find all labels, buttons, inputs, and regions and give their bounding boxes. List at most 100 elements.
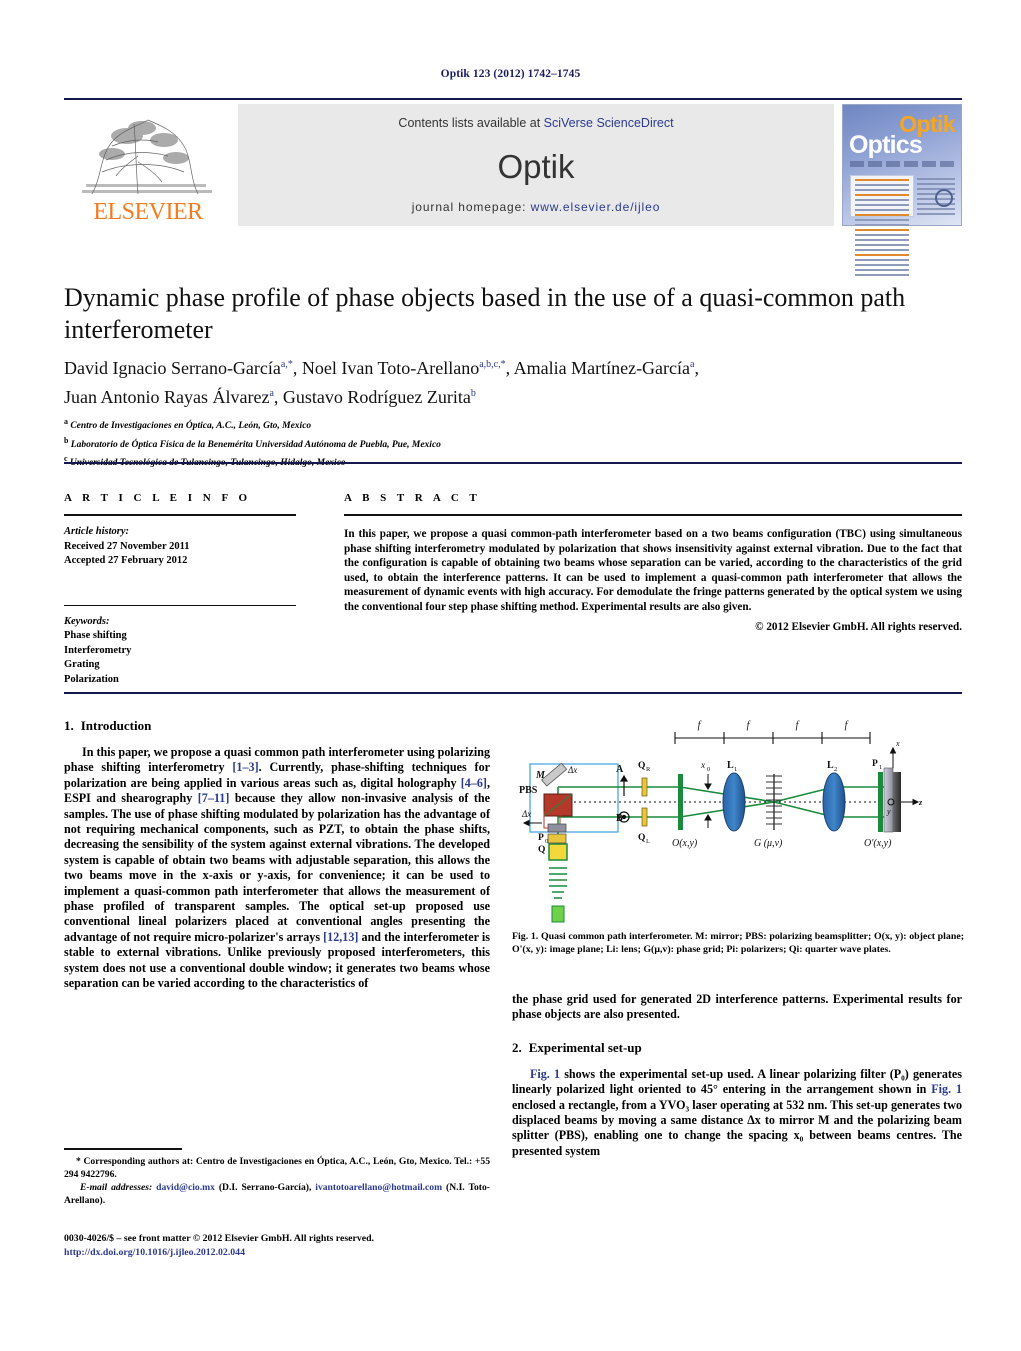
footnote-text: * Corresponding authors at: Centro de In…: [64, 1155, 490, 1207]
journal-cover-thumbnail[interactable]: Optik Optics: [842, 104, 962, 276]
abstract-heading: A B S T R A C T: [344, 492, 481, 504]
sciencedirect-link[interactable]: SciVerse ScienceDirect: [544, 116, 674, 130]
imprint-block: 0030-4026/$ – see front matter © 2012 El…: [64, 1232, 490, 1259]
citation-ref-4[interactable]: [12,13]: [323, 930, 358, 944]
label-lens-l1-sub: 1: [734, 766, 737, 773]
laser-source-icon: [551, 905, 565, 923]
citation-ref-3[interactable]: [7–11]: [198, 791, 230, 805]
affiliation-mark: b: [64, 435, 69, 445]
body-column-right: the phase grid used for generated 2D int…: [512, 992, 962, 1159]
cover-publisher-logo-icon: [935, 189, 953, 207]
affiliation-mark: a: [64, 417, 68, 426]
corresponding-author-footnote: * Corresponding authors at: Centro de In…: [64, 1148, 490, 1207]
setup-text-d: enclosed a rectangle, from a YVO₃ laser …: [512, 1097, 962, 1158]
object-plane-element: [678, 774, 683, 830]
intro-continuation-paragraph: the phase grid used for generated 2D int…: [512, 992, 962, 1022]
mirror-element: [541, 762, 568, 787]
keyword-item: Polarization: [64, 673, 119, 685]
footnote-rule: [64, 1148, 182, 1150]
cover-title-bottom: Optics: [849, 131, 923, 159]
figure-caption-text: Quasi common path interferometer. M: mir…: [512, 931, 965, 956]
paper-page: Optik 123 (2012) 1742–1745 ELSEVIER Cont…: [0, 0, 1021, 1351]
section-heading-introduction: 1. Introduction: [64, 718, 490, 734]
page-title: Dynamic phase profile of phase objects b…: [64, 283, 906, 344]
journal-homepage-line: journal homepage: www.elsevier.de/ijleo: [238, 200, 834, 214]
label-pbs: PBS: [519, 785, 538, 796]
email-owner-1: (D.I. Serrano-García),: [214, 1181, 312, 1193]
keyword-item: Phase shifting: [64, 630, 127, 641]
label-axis-x: x: [895, 739, 900, 748]
contents-prefix: Contents lists available at: [398, 116, 544, 130]
focal-length-scale: [674, 732, 871, 744]
author-5-affil[interactable]: b: [471, 388, 476, 399]
doi-link[interactable]: http://dx.doi.org/10.1016/j.ijleo.2012.0…: [64, 1246, 490, 1260]
focal-label-f2: f: [747, 720, 751, 731]
label-axis-z: z: [918, 798, 923, 807]
qr-waveplate-element: [641, 777, 648, 797]
figure-ref-1[interactable]: Fig. 1: [530, 1067, 560, 1081]
body-column-left: 1. Introduction In this paper, we propose…: [64, 718, 490, 992]
article-info-heading: A R T I C L E I N F O: [64, 492, 252, 504]
label-q: Q: [538, 845, 545, 855]
elsevier-tree-icon: [82, 119, 212, 195]
lens-l1-element: [722, 772, 746, 832]
label-polarizer-p1: P: [872, 759, 878, 769]
label-axis-y: y: [886, 807, 891, 816]
label-beam-a: A: [616, 764, 624, 775]
section-number: 2.: [512, 1039, 522, 1055]
author-line-sep: ,: [694, 358, 699, 378]
journal-title: Optik: [497, 148, 575, 185]
focal-label-f4: f: [845, 720, 849, 731]
figure-1: f f f f M Δx PBS Δx P 0 Q A B Q R Q L x …: [512, 716, 964, 924]
running-head: Optik 123 (2012) 1742–1745: [440, 68, 581, 80]
label-lens-l2-sub: 2: [834, 766, 837, 773]
homepage-url[interactable]: www.elsevier.de/ijleo: [531, 200, 661, 214]
section-title: Experimental set-up: [528, 1039, 642, 1055]
figure-ref-2[interactable]: Fig. 1: [931, 1082, 962, 1096]
author-2: , Noel Ivan Toto-Arellano: [292, 358, 480, 378]
email-link-2[interactable]: ivantotoarellano@hotmail.com: [315, 1182, 442, 1193]
author-1: David Ignacio Serrano-García: [64, 358, 281, 378]
focal-labels: f f f f: [698, 720, 849, 731]
setup-paragraph: Fig. 1 shows the experimental set-up use…: [512, 1067, 962, 1159]
article-info-rule: [64, 514, 296, 516]
abstract-column: A B S T R A C T In this paper, we propos…: [344, 492, 962, 633]
elsevier-logo: ELSEVIER: [64, 104, 236, 226]
label-x0: x: [700, 761, 706, 771]
keyword-item: Grating: [64, 659, 100, 670]
intro-text-d: because they allow non-invasive analysis…: [64, 791, 490, 944]
label-qr-sub: R: [646, 766, 651, 773]
section-heading-experimental-setup: 2. Experimental set-up: [512, 1040, 962, 1056]
setup-text-b: shows the experimental set-up used. A li…: [512, 1066, 963, 1097]
label-beam-b: B: [616, 813, 623, 824]
masthead-center: Contents lists available at SciVerse Sci…: [238, 104, 834, 226]
citation-ref-2[interactable]: [4–6]: [461, 776, 487, 790]
email-label: E-mail addresses:: [80, 1181, 153, 1193]
polarizer-p1-element: [878, 772, 883, 832]
email-link-1[interactable]: david@cio.mx: [156, 1182, 215, 1193]
affiliation-text: Laboratorio de Óptica Física de la Benem…: [70, 439, 441, 450]
label-lens-l2: L: [827, 760, 834, 771]
label-object-plane: O(x,y): [672, 838, 698, 849]
body-top-rule: [64, 692, 962, 694]
imprint-line: 0030-4026/$ – see front matter © 2012 El…: [64, 1233, 374, 1244]
cover-tagline: [850, 161, 956, 167]
homepage-prefix: journal homepage:: [411, 200, 531, 214]
lens-l2-element: [822, 772, 846, 832]
label-p0-sub: 0: [545, 838, 548, 845]
label-p0: P: [538, 833, 544, 843]
label-qr: Q: [638, 761, 645, 771]
section-number: 1.: [64, 718, 74, 733]
label-image-plane: O'(x,y): [864, 838, 892, 849]
label-delta-x-mirror: Δx: [567, 765, 577, 775]
keywords-rule: [64, 604, 296, 606]
citation-ref-1[interactable]: [1–3]: [232, 760, 258, 774]
author-list: David Ignacio Serrano-Garcíaa,*, Noel Iv…: [64, 352, 944, 410]
article-history: Article history: Received 27 November 20…: [64, 525, 296, 569]
author-2-affil[interactable]: a,b,c,*: [479, 359, 505, 370]
journal-masthead: ELSEVIER Contents lists available at Sci…: [64, 98, 962, 276]
history-received: Received 27 November 2011: [64, 540, 190, 552]
affiliation-text: Centro de Investigaciones en Óptica, A.C…: [70, 421, 312, 432]
author-1-affil[interactable]: a,*: [281, 359, 293, 370]
abstract-copyright: © 2012 Elsevier GmbH. All rights reserve…: [755, 620, 962, 633]
